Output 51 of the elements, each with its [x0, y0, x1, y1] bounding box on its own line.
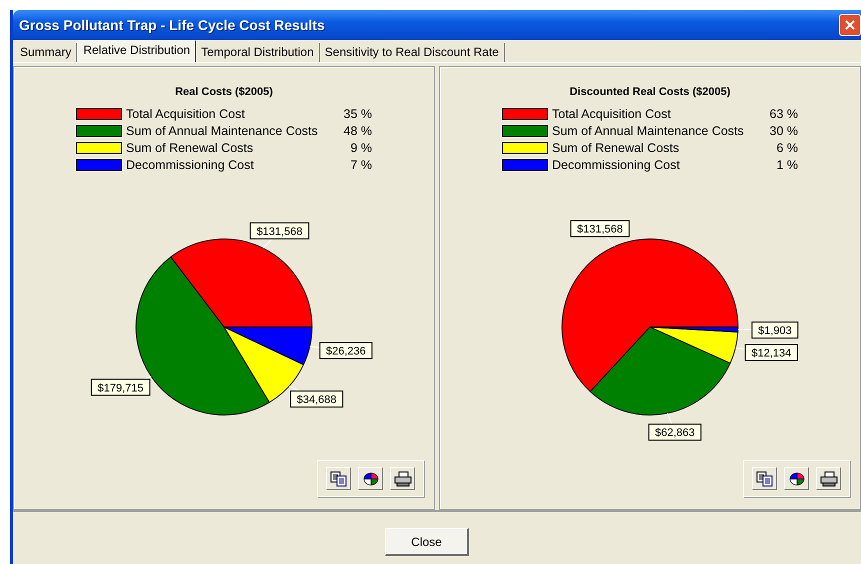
value-label: $34,688 [290, 390, 344, 408]
legend-percent: 7 % [349, 158, 372, 172]
close-icon [845, 20, 855, 30]
value-label: $62,863 [648, 424, 702, 441]
legend-percent: 1 % [775, 158, 798, 172]
value-label: $131,568 [570, 220, 630, 238]
legend-label: Sum of Renewal Costs [126, 141, 254, 155]
colors-button[interactable] [784, 467, 809, 490]
value-label: $1,903 [752, 322, 798, 339]
close-dialog-button[interactable]: Close [385, 528, 469, 556]
data-label: $62,863 [654, 427, 695, 440]
copy-icon [756, 470, 774, 486]
print-button[interactable] [816, 467, 841, 490]
print-button[interactable] [390, 467, 415, 490]
legend-label: Sum of Annual Maintenance Costs [552, 124, 745, 138]
chart-title: Real Costs ($2005) [175, 86, 273, 98]
color-wheel-icon [788, 470, 806, 486]
data-label: $179,715 [98, 382, 144, 394]
legend-label: Sum of Renewal Costs [552, 141, 680, 155]
tab[interactable]: Relative Distribution [77, 40, 196, 62]
copy-icon [330, 470, 348, 486]
color-wheel-icon [362, 470, 380, 486]
legend-label: Decommissioning Cost [126, 158, 255, 172]
legend-label: Sum of Annual Maintenance Costs [126, 124, 319, 138]
legend-percent: 48 % [342, 124, 372, 138]
data-label: $131,568 [577, 224, 623, 236]
legend-percent: 35 % [342, 107, 372, 121]
value-label: $12,134 [744, 344, 798, 362]
data-label: $34,688 [296, 394, 337, 406]
data-label: $1,903 [758, 325, 792, 338]
close-button[interactable] [839, 14, 861, 36]
printer-icon [820, 470, 838, 486]
data-label: $131,568 [256, 226, 302, 238]
legend-percent: 30 % [768, 124, 798, 138]
printer-icon [394, 470, 412, 486]
legend-percent: 6 % [775, 141, 798, 155]
data-label: $12,134 [751, 348, 792, 360]
value-label: $131,568 [250, 222, 310, 240]
legend-label: Decommissioning Cost [552, 158, 681, 172]
value-label: $179,715 [90, 378, 150, 396]
copy-button[interactable] [752, 467, 777, 490]
copy-button[interactable] [326, 467, 351, 490]
colors-button[interactable] [358, 467, 383, 490]
legend-label: Total Acquisition Cost [552, 107, 672, 121]
legend-percent: 63 % [768, 107, 798, 121]
legend-label: Total Acquisition Cost [126, 107, 246, 121]
legend-percent: 9 % [349, 141, 372, 155]
chart-title: Discounted Real Costs ($2005) [570, 86, 730, 98]
value-label: $26,236 [319, 342, 372, 360]
data-label: $26,236 [326, 346, 366, 358]
window-title: Gross Pollutant Trap - Life Cycle Cost Results [19, 17, 325, 33]
